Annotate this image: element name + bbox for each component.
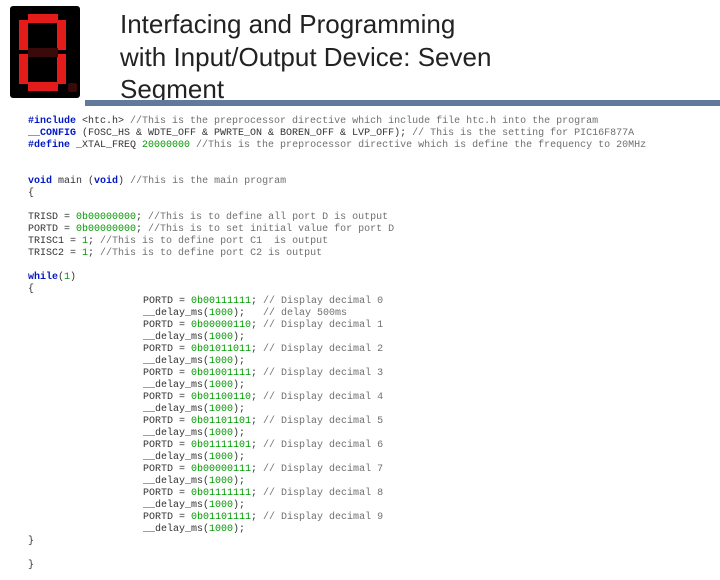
code-block: #include <htc.h> //This is the preproces… bbox=[0, 110, 720, 580]
title-line-2: with Input/Output Device: Seven bbox=[120, 42, 491, 72]
title-line-1: Interfacing and Programming bbox=[120, 9, 455, 39]
slide-header: Interfacing and Programming with Input/O… bbox=[0, 0, 720, 110]
slide-title: Interfacing and Programming with Input/O… bbox=[120, 8, 491, 106]
header-rule bbox=[85, 100, 720, 106]
seven-segment-icon bbox=[10, 6, 80, 98]
